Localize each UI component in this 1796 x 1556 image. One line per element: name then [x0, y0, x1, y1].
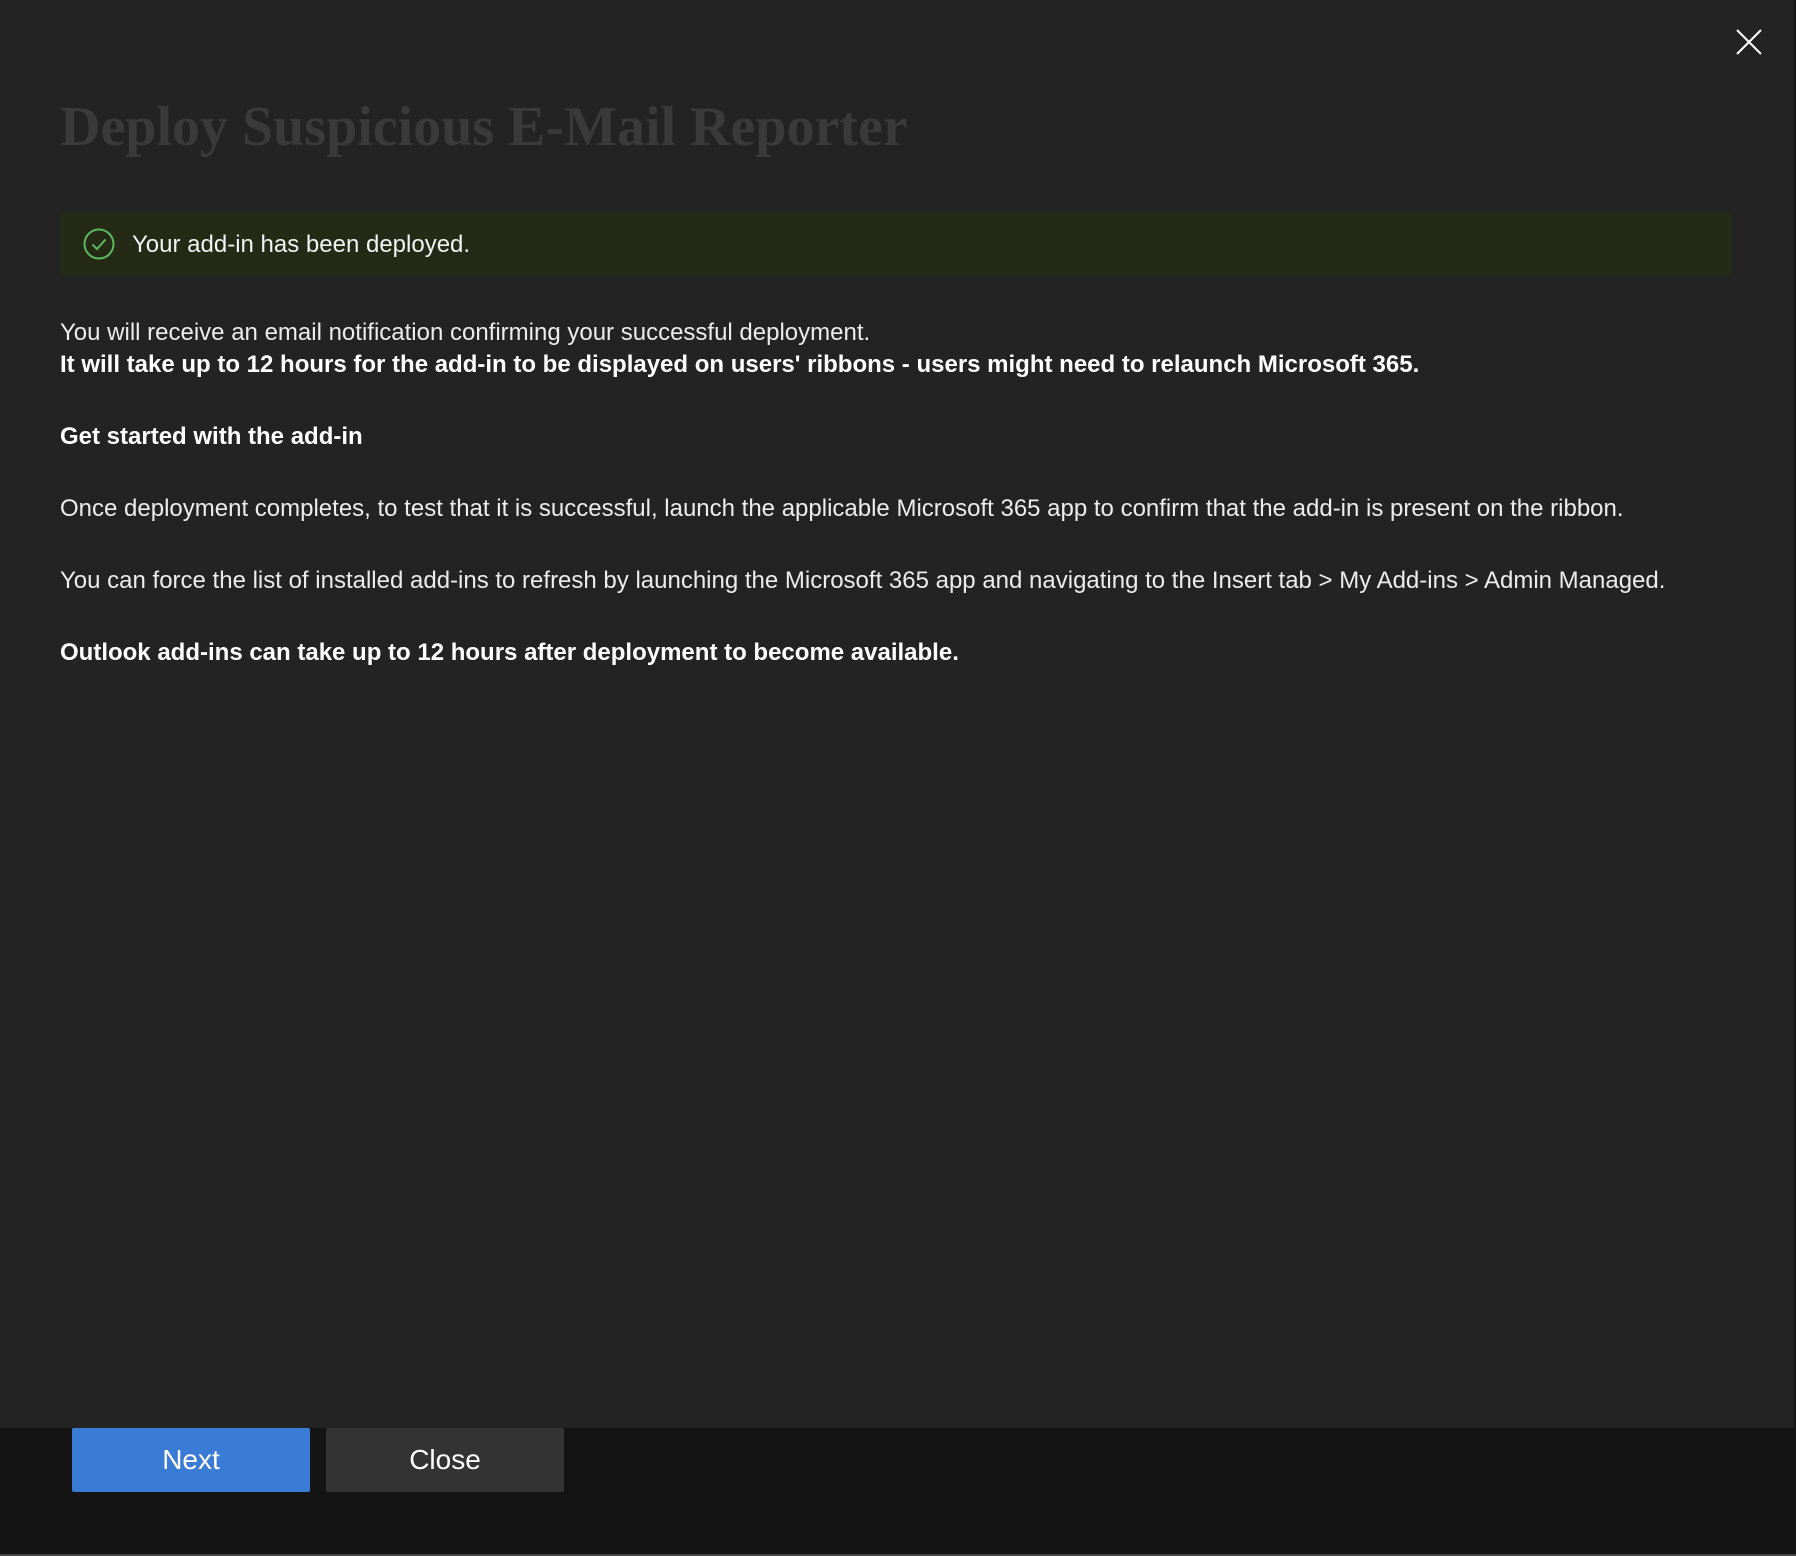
- refresh-instructions: You can force the list of installed add-…: [60, 567, 1666, 594]
- page-title: Deploy Suspicious E-Mail Reporter: [60, 96, 908, 158]
- close-icon[interactable]: [1733, 26, 1765, 58]
- notification-text: You will receive an email notification c…: [60, 319, 871, 346]
- outlook-notice: Outlook add-ins can take up to 12 hours …: [60, 639, 959, 666]
- deploy-dialog: Deploy Suspicious E-Mail Reporter Your a…: [0, 0, 1796, 1556]
- ribbon-notice: It will take up to 12 hours for the add-…: [60, 351, 1420, 378]
- dialog-footer: Next Close: [0, 1428, 1794, 1554]
- checkmark-circle-icon: [83, 228, 115, 260]
- test-instructions: Once deployment completes, to test that …: [60, 495, 1624, 522]
- next-button[interactable]: Next: [72, 1428, 310, 1492]
- get-started-heading: Get started with the add-in: [60, 423, 363, 450]
- close-button[interactable]: Close: [326, 1428, 564, 1492]
- close-icon-glyph: [1736, 29, 1762, 55]
- success-message: Your add-in has been deployed.: [132, 231, 471, 258]
- success-message-bar: Your add-in has been deployed.: [60, 212, 1732, 276]
